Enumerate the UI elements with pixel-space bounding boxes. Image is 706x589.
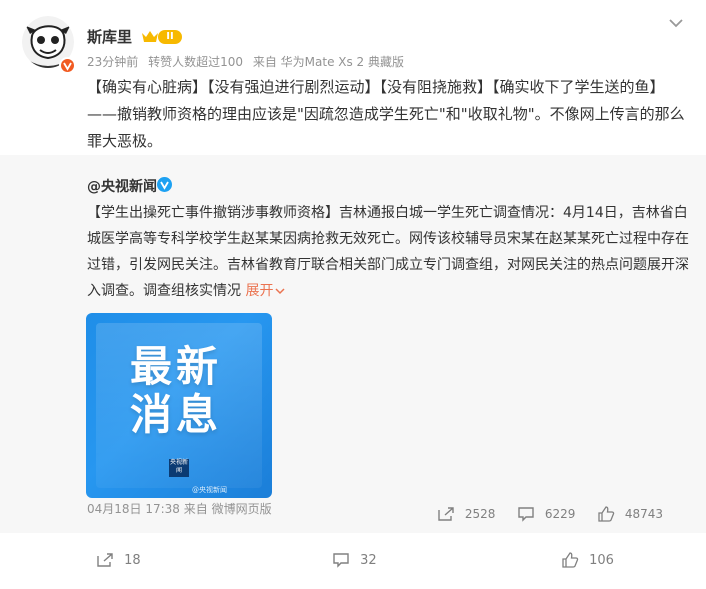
- repost-share-action[interactable]: 2528: [437, 506, 495, 522]
- repost-share-count: 2528: [464, 506, 496, 521]
- share-icon: [437, 506, 455, 522]
- image-line-2: 消息: [130, 390, 223, 439]
- footer-share-action[interactable]: 18: [96, 552, 141, 568]
- share-icon: [96, 552, 114, 568]
- post-text: 【确实有心脏病】【没有强迫进行剧烈运动】【没有阻挠施救】【确实收下了学生送的鱼】…: [87, 78, 685, 150]
- expand-link[interactable]: 展开: [245, 283, 285, 299]
- cctv-logo: 央视新闻: [169, 459, 189, 477]
- footer-share-count: 18: [124, 552, 141, 568]
- like-icon: [561, 552, 579, 568]
- username[interactable]: 斯库里: [87, 26, 132, 47]
- footer-comment-action[interactable]: 32: [332, 552, 377, 568]
- reposts-info: 转赞人数超过100: [148, 55, 244, 69]
- expand-chevron-icon: [275, 288, 285, 295]
- post-meta: 23分钟前 转赞人数超过100 来自 华为Mate Xs 2 典藏版: [87, 53, 410, 70]
- expand-label: 展开: [245, 283, 274, 299]
- repost-meta[interactable]: 04月18日 17:38 来自 微博网页版: [87, 500, 272, 517]
- footer-comment-count: 32: [360, 552, 377, 568]
- chevron-down-icon[interactable]: [669, 14, 683, 28]
- repost-hashtag[interactable]: 【学生出操死亡事件撤销涉事教师资格】: [87, 205, 339, 221]
- repost-text: 【学生出操死亡事件撤销涉事教师资格】吉林通报白城一学生死亡调查情况：4月14日，…: [87, 200, 689, 304]
- post-time[interactable]: 23分钟前: [87, 55, 138, 69]
- image-watermark: @央视新闻: [192, 486, 227, 494]
- repost-comment-action[interactable]: 6229: [517, 506, 575, 522]
- verified-blue-icon: [157, 177, 172, 192]
- like-icon: [597, 506, 615, 522]
- repost-like-count: 48743: [624, 506, 664, 521]
- crown-icon: [141, 28, 159, 47]
- post-source: 来自 华为Mate Xs 2 典藏版: [252, 55, 405, 69]
- footer-like-action[interactable]: 106: [561, 552, 614, 568]
- repost-like-action[interactable]: 48743: [597, 506, 663, 522]
- footer-like-count: 106: [589, 552, 614, 568]
- image-line-1: 最新: [130, 342, 223, 391]
- image-headline: 最新 消息: [130, 343, 230, 439]
- comment-icon: [332, 552, 350, 568]
- level-badge: II: [158, 30, 182, 44]
- repost-author[interactable]: @央视新闻: [87, 176, 157, 196]
- repost-comment-count: 6229: [544, 506, 576, 521]
- weibo-post-card: 斯库里 II 23分钟前 转赞人数超过100 来自 华为Mate Xs 2 典藏…: [0, 0, 706, 589]
- verified-orange-icon: [59, 57, 76, 74]
- comment-icon: [517, 506, 535, 522]
- repost-image[interactable]: 最新 消息 央视新闻 @央视新闻: [86, 313, 272, 498]
